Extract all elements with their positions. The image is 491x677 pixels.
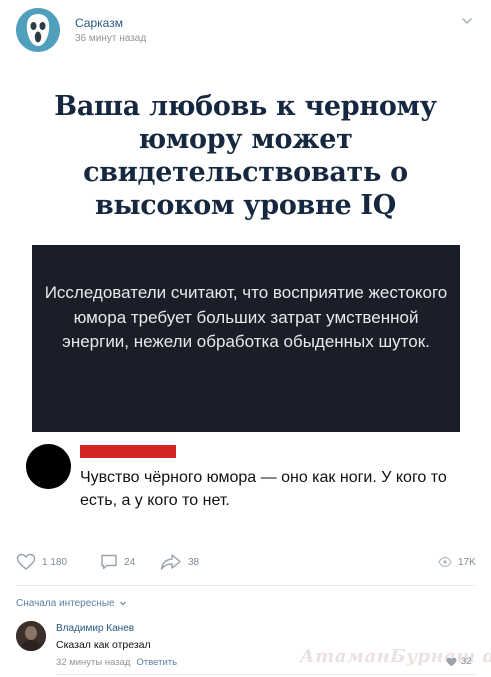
eye-icon: [438, 556, 452, 568]
comment-text: Сказал как отрезал: [56, 639, 151, 651]
avatar: [16, 621, 46, 651]
scream-face-icon: [16, 8, 60, 52]
comment-like-count: 32: [461, 656, 472, 667]
comment-icon: [101, 554, 117, 570]
comment-meta: 32 минуты назад Ответить: [56, 657, 177, 668]
comment-like-button[interactable]: 32: [446, 656, 472, 667]
quote-box-text: Исследователи считают, что восприятие же…: [44, 283, 448, 351]
reply-button[interactable]: Ответить: [136, 657, 177, 668]
comment-count: 24: [124, 556, 136, 568]
chevron-down-icon: [120, 601, 127, 606]
comments-sort-dropdown[interactable]: Сначала интересные: [16, 598, 127, 609]
share-icon: [160, 554, 181, 570]
comment-author-avatar[interactable]: [16, 621, 46, 651]
views-counter: 17K: [438, 552, 476, 572]
views-count: 17K: [458, 556, 476, 568]
comment-divider: [56, 674, 475, 675]
divider: [16, 585, 475, 586]
group-name[interactable]: Сарказм: [75, 16, 123, 30]
like-count: 1 180: [42, 556, 68, 568]
share-count: 38: [188, 556, 200, 568]
like-button[interactable]: 1 180: [16, 552, 67, 572]
group-avatar[interactable]: [16, 8, 60, 52]
chevron-down-icon[interactable]: [460, 14, 474, 28]
comment-author-name[interactable]: Владимир Канев: [56, 623, 134, 634]
red-bar: [80, 445, 176, 458]
image-headline: Ваша любовь к черному юмору может свидет…: [54, 91, 437, 221]
joke-text: Чувство чёрного юмора — оно как ноги. У …: [80, 469, 447, 509]
comment-button[interactable]: 24: [100, 552, 135, 572]
heart-icon: [16, 553, 36, 570]
black-circle: [26, 444, 71, 489]
post-actions: 1 180 24 38 17K: [0, 552, 491, 572]
post-time[interactable]: 36 минут назад: [75, 33, 146, 44]
sort-label: Сначала интересные: [16, 598, 115, 609]
comment-time[interactable]: 32 минуты назад: [56, 657, 130, 668]
heart-icon: [446, 657, 457, 666]
share-button[interactable]: 38: [160, 552, 199, 572]
